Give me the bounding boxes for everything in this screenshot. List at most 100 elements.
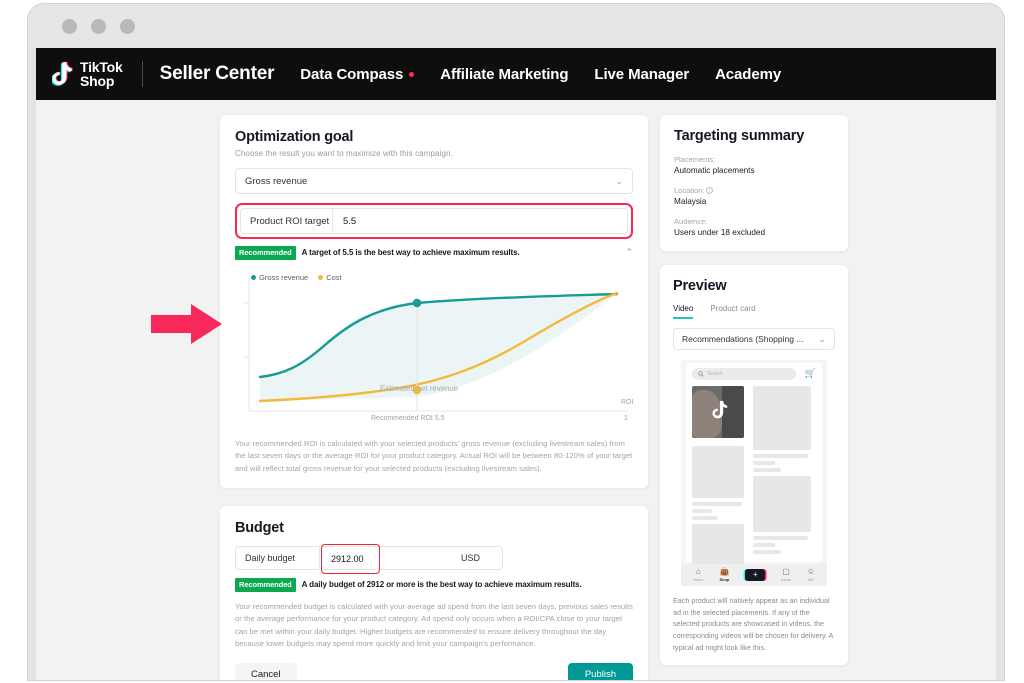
phone-nav-home[interactable]: ⌂ Home <box>693 568 704 582</box>
roi-revenue-chart: Gross revenue Cost <box>235 269 633 429</box>
phone-nav-me[interactable]: ☺ Me <box>807 568 815 582</box>
skeleton-block <box>692 446 744 498</box>
skeleton-line <box>753 550 781 554</box>
preview-heading: Preview <box>673 278 835 294</box>
roi-target-label: Product ROI target <box>241 209 333 233</box>
phone-nav-shop[interactable]: 👜 Shop <box>719 568 729 582</box>
phone-search-bar[interactable]: Search <box>692 368 796 380</box>
preview-placement-value: Recommendations (Shopping ... <box>682 334 803 344</box>
seller-center-title: Seller Center <box>160 63 275 85</box>
budget-recommendation-line: Recommended A daily budget of 2912 or mo… <box>235 578 633 592</box>
preview-card: Preview Video Product card Recommendatio… <box>659 264 849 666</box>
cancel-button[interactable]: Cancel <box>235 663 297 680</box>
nav-item-academy[interactable]: Academy <box>715 66 781 83</box>
daily-budget-label: Daily budget <box>236 547 320 569</box>
preview-explanation-note: Each product will natively appear as an … <box>673 595 835 653</box>
recommended-badge: Recommended <box>235 246 296 260</box>
logo-text-tiktok: TikTok <box>80 60 123 74</box>
legend-swatch-icon <box>251 275 256 280</box>
info-icon[interactable]: i <box>706 187 713 194</box>
skeleton-line <box>753 468 781 472</box>
daily-budget-input[interactable]: 2912.00 <box>321 544 380 574</box>
roi-target-input[interactable]: 5.5 <box>333 209 627 233</box>
skeleton-line <box>753 454 808 458</box>
preview-placement-select[interactable]: Recommendations (Shopping ... ⌄ <box>673 328 835 350</box>
recommended-badge: Recommended <box>235 578 296 592</box>
budget-card: Budget Daily budget 2912.00 USD Recommen… <box>219 505 649 680</box>
targeting-key-audience: Audience: <box>674 217 834 226</box>
targeting-key-placements: Placements: <box>674 155 834 164</box>
person-icon: ☺ <box>807 568 815 576</box>
phone-nav-inbox[interactable]: ▢ Inbox <box>781 568 791 582</box>
nav-item-data-compass[interactable]: Data Compass <box>300 66 414 83</box>
targeting-key-location-text: Location: <box>674 186 704 195</box>
legend-item-gross-revenue: Gross revenue <box>251 273 308 282</box>
tab-video[interactable]: Video <box>673 304 693 319</box>
phone-bottom-nav: ⌂ Home 👜 Shop + ▢ <box>681 564 827 586</box>
shopping-cart-icon[interactable]: 🛒 <box>805 368 816 379</box>
phone-preview-mockup: Search 🛒 <box>681 360 827 586</box>
nav-item-affiliate-marketing[interactable]: Affiliate Marketing <box>440 66 568 83</box>
roi-explanation-note: Your recommended ROI is calculated with … <box>235 438 633 476</box>
window-close-button[interactable] <box>62 19 77 34</box>
phone-nav-label: Home <box>693 577 704 582</box>
shop-bag-icon: 👜 <box>719 568 729 576</box>
preview-tabs: Video Product card <box>673 304 835 319</box>
chart-x-tick-one: 1 <box>624 415 628 422</box>
phone-nav-label: Shop <box>719 577 729 582</box>
roi-target-highlight-box: Product ROI target 5.5 <box>235 203 633 239</box>
optimization-goal-select[interactable]: Gross revenue ⌄ <box>235 168 633 194</box>
left-column: Optimization goal Choose the result you … <box>219 114 649 680</box>
notification-dot-icon <box>409 72 414 77</box>
optimization-goal-select-value: Gross revenue <box>245 176 307 187</box>
optimization-goal-card: Optimization goal Choose the result you … <box>219 114 649 489</box>
window-maximize-button[interactable] <box>120 19 135 34</box>
logo-text-shop: Shop <box>80 74 123 88</box>
form-actions: Cancel Publish <box>235 663 633 680</box>
chevron-down-icon: ⌄ <box>818 334 826 345</box>
top-navigation-bar: TikTok Shop Seller Center Data Compass A… <box>36 48 996 100</box>
optimization-goal-heading: Optimization goal <box>235 129 633 145</box>
annotation-arrow-icon <box>151 303 223 345</box>
tiktok-note-icon <box>712 400 729 420</box>
chart-x-tick-recommended: Recommended ROI 5.5 <box>371 415 445 422</box>
window-minimize-button[interactable] <box>91 19 106 34</box>
phone-search-placeholder: Search <box>707 371 723 377</box>
browser-window: TikTok Shop Seller Center Data Compass A… <box>28 4 1004 680</box>
nav-divider <box>142 61 143 87</box>
skeleton-line <box>753 536 808 540</box>
create-plus-icon[interactable]: + <box>745 569 765 581</box>
skeleton-line <box>692 516 718 520</box>
nav-item-live-manager[interactable]: Live Manager <box>594 66 689 83</box>
search-icon <box>698 371 704 377</box>
chevron-up-icon[interactable]: ⌃ <box>625 247 633 258</box>
legend-label: Cost <box>326 273 341 282</box>
legend-label: Gross revenue <box>259 273 308 282</box>
skeleton-line <box>753 461 775 465</box>
browser-viewport: TikTok Shop Seller Center Data Compass A… <box>36 48 996 680</box>
skeleton-block <box>753 476 811 532</box>
page-content: Optimization goal Choose the result you … <box>36 100 996 680</box>
inbox-icon: ▢ <box>782 568 790 576</box>
tab-product-card[interactable]: Product card <box>710 304 755 319</box>
optimization-goal-subheading: Choose the result you want to maximize w… <box>235 149 633 158</box>
budget-recommendation-text: A daily budget of 2912 or more is the be… <box>302 580 582 589</box>
chevron-down-icon: ⌄ <box>615 176 623 187</box>
phone-nav-label: Me <box>808 577 814 582</box>
targeting-summary-heading: Targeting summary <box>674 128 834 144</box>
chart-x-axis-label: ROI <box>621 399 633 406</box>
right-column: Targeting summary Placements: Automatic … <box>659 114 849 666</box>
chart-legend: Gross revenue Cost <box>251 273 342 282</box>
roi-target-field[interactable]: Product ROI target 5.5 <box>240 208 628 234</box>
budget-explanation-note: Your recommended budget is calculated wi… <box>235 601 633 651</box>
phone-nav-create[interactable]: + <box>745 569 765 581</box>
window-titlebar <box>28 4 1004 48</box>
skeleton-block <box>753 386 811 450</box>
daily-budget-field[interactable]: Daily budget 2912.00 USD <box>235 546 503 570</box>
phone-video-thumbnail <box>692 386 744 438</box>
targeting-key-location: Location:i <box>674 186 834 195</box>
publish-button[interactable]: Publish <box>568 663 633 680</box>
targeting-value-audience: Users under 18 excluded <box>674 228 834 237</box>
skeleton-line <box>692 509 712 513</box>
tiktok-shop-logo[interactable]: TikTok Shop <box>52 60 123 88</box>
